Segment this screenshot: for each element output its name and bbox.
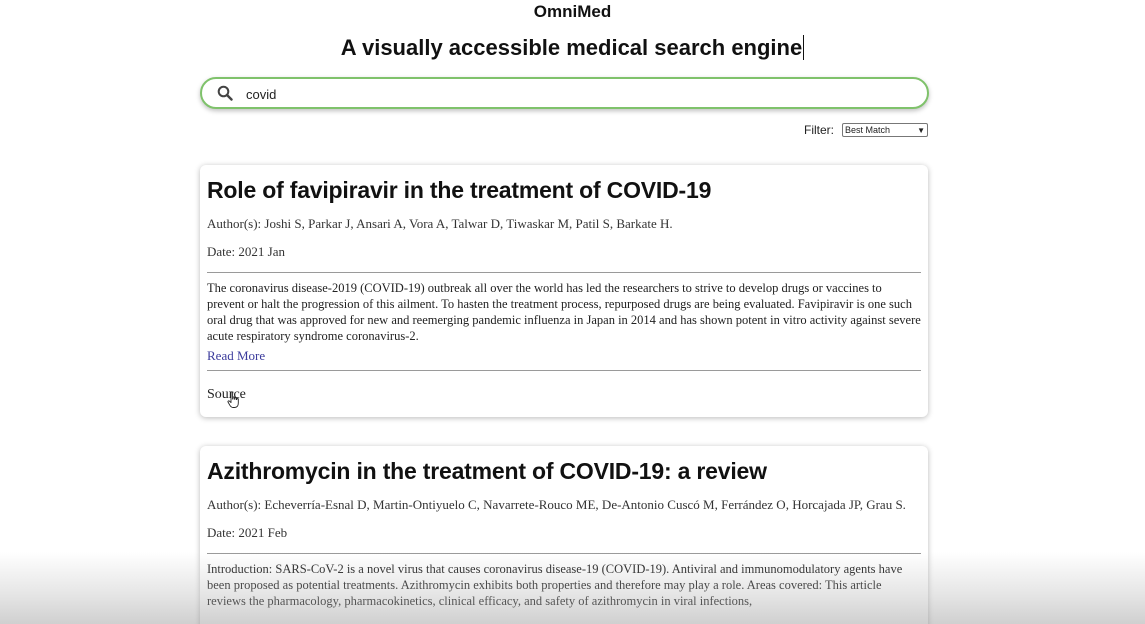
page: OmniMed A visually accessible medical se… [0,0,1145,624]
filter-row: Filter: Best Match ▼ [804,123,928,137]
app-title: OmniMed [533,2,612,21]
search-input[interactable] [244,82,908,106]
source-link[interactable]: Source [207,387,246,408]
result-authors: Author(s): Joshi S, Parkar J, Ansari A, … [207,216,673,231]
read-more-link[interactable]: Read More [207,348,265,364]
page-tagline: A visually accessible medical search eng… [0,35,1145,61]
filter-select[interactable]: Best Match ▼ [842,123,928,137]
tagline-text: A visually accessible medical search eng… [340,35,803,60]
hand-cursor-icon [227,391,239,408]
result-card: Azithromycin in the treatment of COVID-1… [200,446,928,624]
result-date: Date: 2021 Feb [207,525,288,540]
result-abstract: Introduction: SARS-CoV-2 is a novel viru… [207,562,903,608]
divider [207,553,921,554]
result-abstract: The coronavirus disease-2019 (COVID-19) … [207,281,921,343]
result-title[interactable]: Role of favipiravir in the treatment of … [207,177,921,204]
text-caret [803,35,805,60]
result-card: Role of favipiravir in the treatment of … [200,165,928,417]
result-date: Date: 2021 Jan [207,244,285,259]
result-title[interactable]: Azithromycin in the treatment of COVID-1… [207,458,921,485]
chevron-down-icon: ▼ [917,126,925,135]
divider [207,272,921,273]
search-bar[interactable] [200,77,929,109]
filter-label: Filter: [804,123,834,137]
filter-selected-value: Best Match [845,125,891,135]
search-icon[interactable] [217,85,233,101]
result-authors: Author(s): Echeverría-Esnal D, Martin-On… [207,497,906,512]
divider [207,370,921,371]
